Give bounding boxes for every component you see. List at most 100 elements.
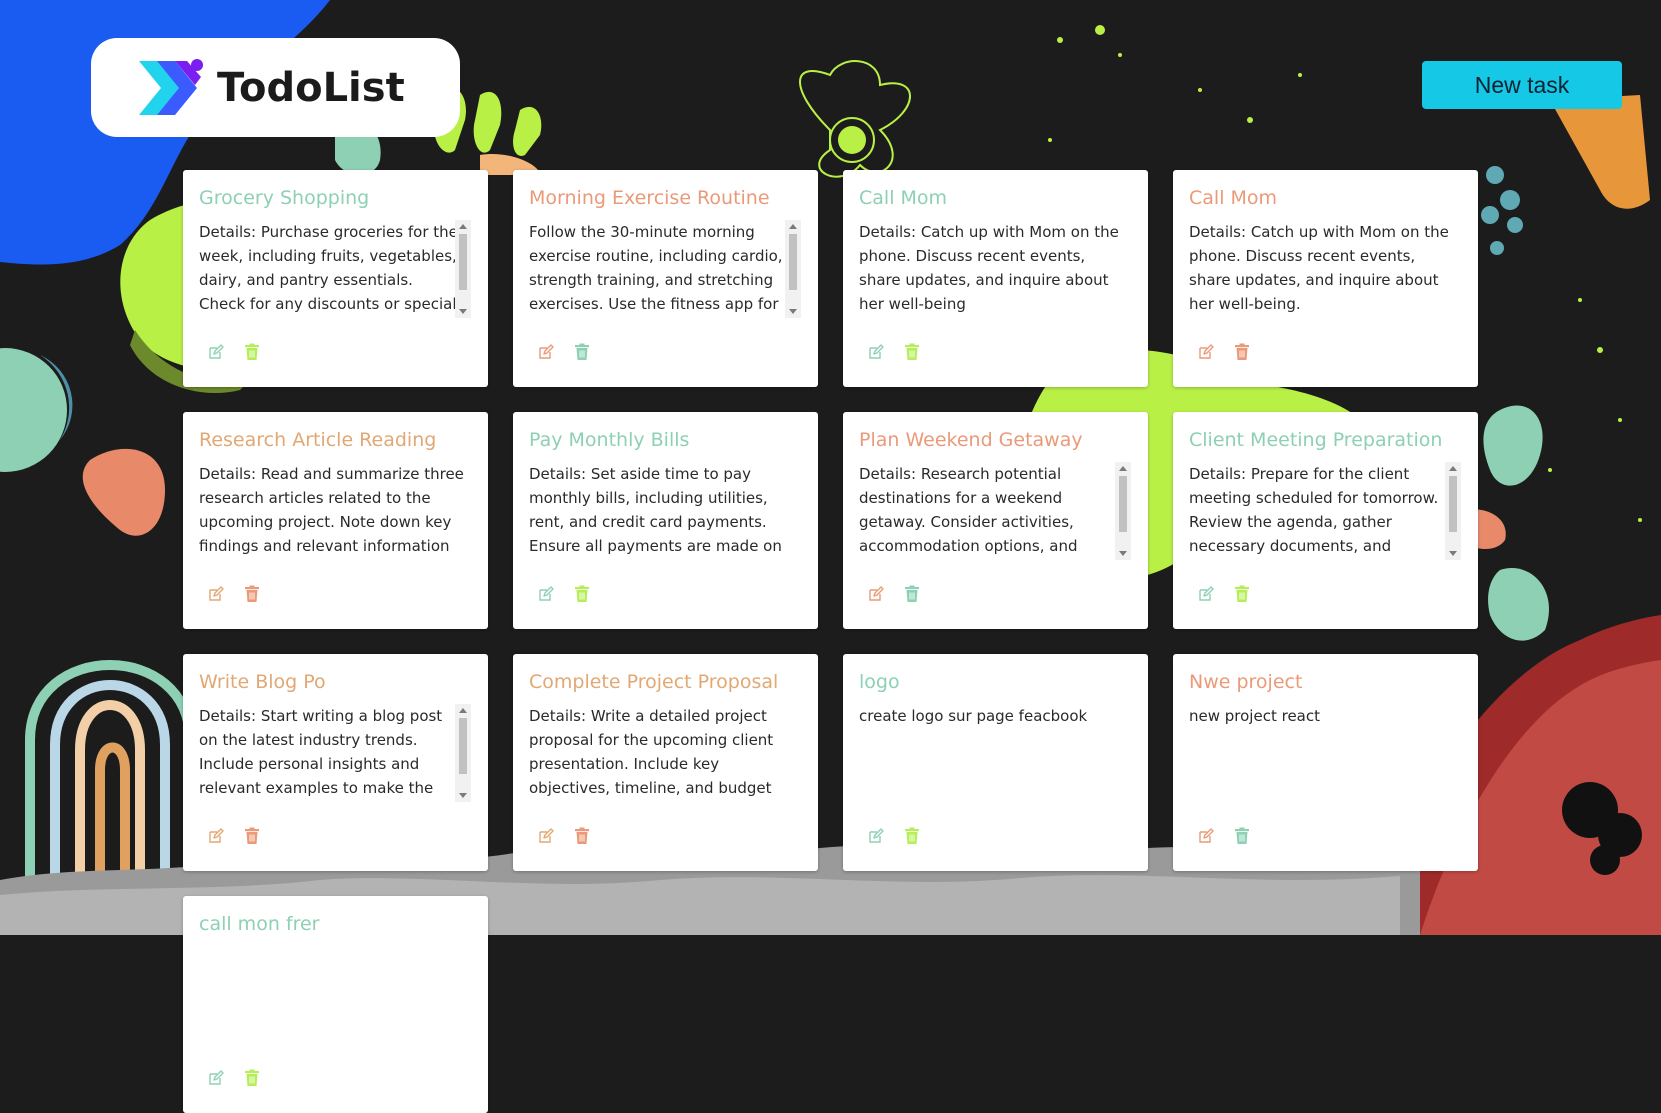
edit-icon[interactable] <box>1198 343 1214 361</box>
scroll-thumb[interactable] <box>789 234 797 290</box>
task-card: Pay Monthly Bills Details: Set aside time… <box>513 412 818 629</box>
todolist-logo-icon <box>139 58 203 115</box>
edit-icon[interactable] <box>208 1069 224 1087</box>
task-card: logo create logo sur page feacbook <box>843 654 1148 871</box>
trash-icon[interactable] <box>574 827 590 845</box>
edit-icon[interactable] <box>868 585 884 603</box>
trash-icon[interactable] <box>574 585 590 603</box>
edit-icon[interactable] <box>1198 585 1214 603</box>
task-actions <box>868 585 920 603</box>
scroll-up-arrow-icon[interactable] <box>1449 466 1457 471</box>
task-card: Complete Project Proposal Details: Write … <box>513 654 818 871</box>
scroll-up-arrow-icon[interactable] <box>459 708 467 713</box>
task-title: Research Article Reading <box>199 429 437 451</box>
scroll-down-arrow-icon[interactable] <box>1449 551 1457 556</box>
edit-icon[interactable] <box>868 827 884 845</box>
trash-icon[interactable] <box>244 1069 260 1087</box>
task-actions <box>1198 585 1250 603</box>
scroll-up-arrow-icon[interactable] <box>1119 466 1127 471</box>
task-details[interactable]: Details: Research potential destinations… <box>859 462 1119 560</box>
task-actions <box>208 585 260 603</box>
task-card: call mon frer <box>183 896 488 1113</box>
task-details <box>199 946 471 1044</box>
task-details[interactable]: Details: Purchase groceries for the week… <box>199 220 459 318</box>
details-scrollbar[interactable] <box>455 220 471 318</box>
task-actions <box>538 585 590 603</box>
trash-icon[interactable] <box>904 827 920 845</box>
scroll-thumb[interactable] <box>459 718 467 774</box>
task-actions <box>538 343 590 361</box>
scroll-down-arrow-icon[interactable] <box>459 793 467 798</box>
task-actions <box>208 1069 260 1087</box>
task-title: Write Blog Po <box>199 671 326 693</box>
edit-icon[interactable] <box>208 343 224 361</box>
task-grid: Grocery Shopping Details: Purchase grocer… <box>183 170 1479 1113</box>
task-actions <box>1198 343 1250 361</box>
task-title: Morning Exercise Routine <box>529 187 770 209</box>
task-card: Research Article Reading Details: Read an… <box>183 412 488 629</box>
scroll-up-arrow-icon[interactable] <box>789 224 797 229</box>
task-card: Client Meeting Preparation Details: Prepa… <box>1173 412 1478 629</box>
new-task-button[interactable]: New task <box>1422 61 1622 109</box>
task-details: Details: Write a detailed project propos… <box>529 707 774 797</box>
task-title: Complete Project Proposal <box>529 671 779 693</box>
logo-card: TodoList <box>91 38 460 137</box>
task-details[interactable]: Details: Prepare for the client meeting … <box>1189 462 1449 560</box>
task-actions <box>868 827 920 845</box>
task-details: Details: Catch up with Mom on the phone.… <box>859 223 1119 313</box>
task-title: logo <box>859 671 900 693</box>
scroll-thumb[interactable] <box>459 234 467 290</box>
edit-icon[interactable] <box>868 343 884 361</box>
edit-icon[interactable] <box>538 343 554 361</box>
task-details: Details: Set aside time to pay monthly b… <box>529 465 782 555</box>
edit-icon[interactable] <box>208 827 224 845</box>
task-details[interactable]: Details: Start writing a blog post on th… <box>199 704 459 802</box>
edit-icon[interactable] <box>208 585 224 603</box>
task-details: new project react <box>1189 707 1320 725</box>
task-details: Details: Catch up with Mom on the phone.… <box>1189 223 1449 313</box>
details-scrollbar[interactable] <box>1115 462 1131 560</box>
details-scrollbar[interactable] <box>785 220 801 318</box>
task-title: Call Mom <box>1189 187 1278 209</box>
scroll-down-arrow-icon[interactable] <box>789 309 797 314</box>
scroll-thumb[interactable] <box>1449 476 1457 532</box>
trash-icon[interactable] <box>244 343 260 361</box>
scroll-down-arrow-icon[interactable] <box>459 309 467 314</box>
edit-icon[interactable] <box>538 827 554 845</box>
trash-icon[interactable] <box>244 827 260 845</box>
details-scrollbar[interactable] <box>455 704 471 802</box>
task-title: Client Meeting Preparation <box>1189 429 1443 451</box>
task-title: Pay Monthly Bills <box>529 429 690 451</box>
edit-icon[interactable] <box>1198 827 1214 845</box>
task-actions <box>1198 827 1250 845</box>
scroll-down-arrow-icon[interactable] <box>1119 551 1127 556</box>
trash-icon[interactable] <box>1234 585 1250 603</box>
task-card: Plan Weekend Getaway Details: Research po… <box>843 412 1148 629</box>
task-card: Nwe project new project react <box>1173 654 1478 871</box>
trash-icon[interactable] <box>574 343 590 361</box>
task-details[interactable]: Follow the 30-minute morning exercise ro… <box>529 220 789 318</box>
task-title: Nwe project <box>1189 671 1303 693</box>
task-title: Grocery Shopping <box>199 187 370 209</box>
task-details: Details: Read and summarize three resear… <box>199 465 464 555</box>
trash-icon[interactable] <box>904 585 920 603</box>
task-actions <box>538 827 590 845</box>
scroll-thumb[interactable] <box>1119 476 1127 532</box>
details-scrollbar[interactable] <box>1445 462 1461 560</box>
trash-icon[interactable] <box>1234 343 1250 361</box>
task-details: create logo sur page feacbook <box>859 707 1088 725</box>
task-card: Morning Exercise Routine Follow the 30-mi… <box>513 170 818 387</box>
task-actions <box>868 343 920 361</box>
task-title: Plan Weekend Getaway <box>859 429 1083 451</box>
edit-icon[interactable] <box>538 585 554 603</box>
app-title: TodoList <box>217 64 405 111</box>
task-card: Grocery Shopping Details: Purchase grocer… <box>183 170 488 387</box>
trash-icon[interactable] <box>904 343 920 361</box>
task-actions <box>208 343 260 361</box>
trash-icon[interactable] <box>244 585 260 603</box>
trash-icon[interactable] <box>1234 827 1250 845</box>
scroll-up-arrow-icon[interactable] <box>459 224 467 229</box>
task-card: Call Mom Details: Catch up with Mom on th… <box>843 170 1148 387</box>
task-card: Call Mom Details: Catch up with Mom on th… <box>1173 170 1478 387</box>
task-actions <box>208 827 260 845</box>
